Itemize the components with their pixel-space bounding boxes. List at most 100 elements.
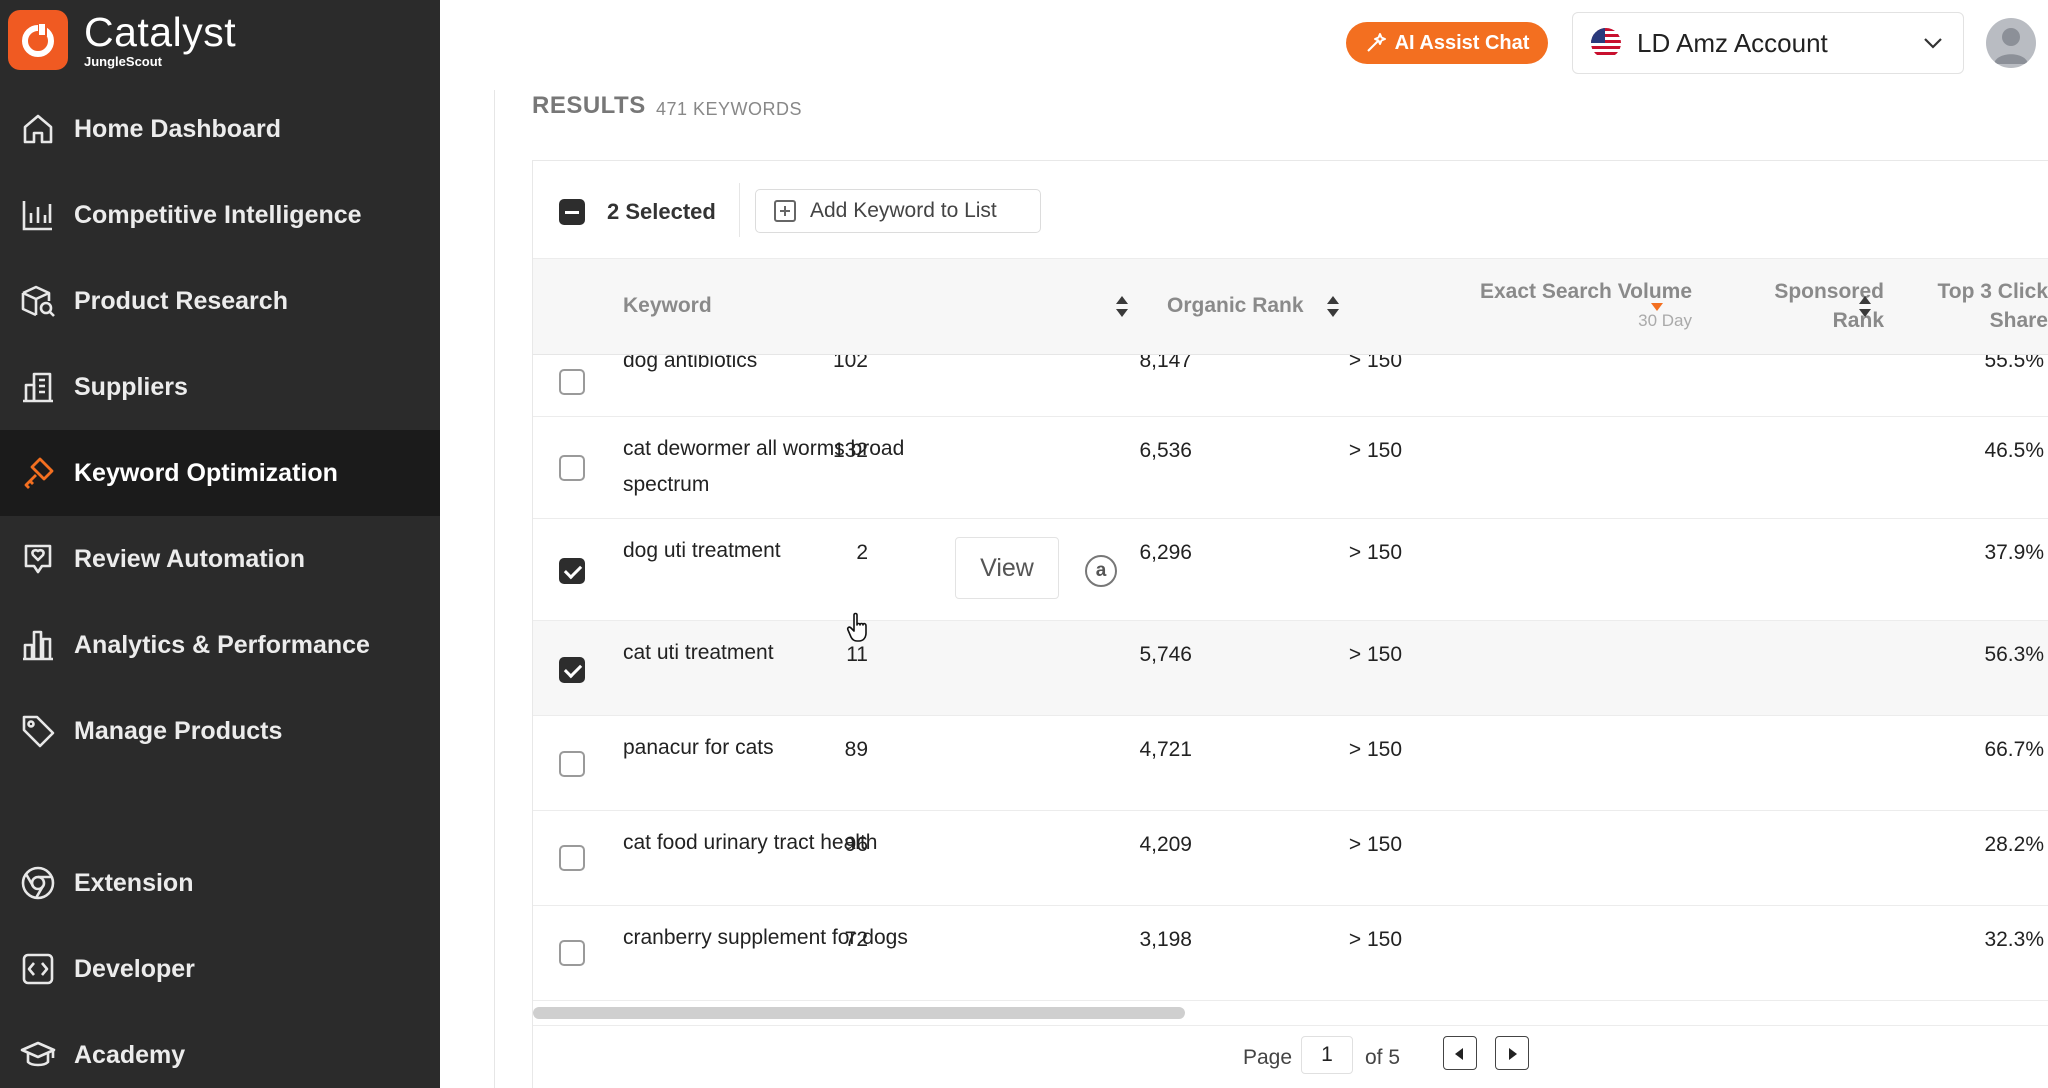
row-search-volume: 6,536	[1139, 439, 1192, 462]
sidebar-item-extension[interactable]: Extension	[0, 840, 440, 926]
table-row[interactable]: cat food urinary tract health 96 4,209 >…	[533, 811, 2048, 906]
sparkle-icon	[1366, 33, 1386, 52]
results-panel: 2 Selected Add Keyword to List Keyword O…	[532, 160, 2048, 1088]
sidebar-item-developer[interactable]: Developer	[0, 926, 440, 1012]
row-sponsored-rank: > 150	[1348, 643, 1402, 666]
review-icon	[18, 539, 58, 579]
row-organic-rank: 89	[844, 738, 868, 761]
table-row[interactable]: panacur for cats 89 4,721 > 150 66.7%	[533, 716, 2048, 811]
selected-count: 2 Selected	[607, 199, 716, 224]
next-page-button[interactable]	[1495, 1036, 1529, 1070]
row-sponsored-rank: > 150	[1348, 541, 1402, 564]
add-keyword-to-list-button[interactable]: Add Keyword to List	[755, 189, 1041, 233]
avatar[interactable]	[1986, 18, 2036, 68]
chevron-down-icon	[1924, 38, 1942, 49]
table-body: dog antibiotics 102 8,147 > 150 55.5% ca…	[533, 355, 2048, 1037]
row-organic-rank: 11	[846, 643, 868, 666]
row-search-volume: 3,198	[1139, 928, 1192, 951]
page-label: Page	[1243, 1046, 1293, 1069]
row-click-share: 37.9%	[1984, 541, 2044, 564]
box-search-icon	[18, 281, 58, 321]
row-sponsored-rank: > 150	[1348, 738, 1402, 761]
page-number-input[interactable]: 1	[1301, 1036, 1353, 1074]
sidebar-item-label: Home Dashboard	[74, 114, 281, 143]
ai-assist-chat-button[interactable]: AI Assist Chat	[1346, 22, 1548, 64]
row-click-share: 32.3%	[1984, 928, 2044, 951]
sidebar-item-label: Extension	[74, 868, 194, 897]
view-button[interactable]: View	[955, 537, 1059, 599]
amazon-icon[interactable]: a	[1085, 555, 1117, 587]
add-keyword-label: Add Keyword to List	[810, 199, 997, 222]
sidebar-item-label: Analytics & Performance	[74, 630, 370, 659]
table-row[interactable]: cat uti treatment 11 5,746 > 150 56.3%	[533, 621, 2048, 716]
row-search-volume: 5,746	[1139, 643, 1192, 666]
sidebar-item-keyword-optimization[interactable]: Keyword Optimization	[0, 430, 440, 516]
row-organic-rank: 2	[856, 541, 868, 564]
building-icon	[18, 367, 58, 407]
row-click-share: 46.5%	[1984, 439, 2044, 462]
sort-descending-icon[interactable]	[1651, 303, 1663, 311]
sidebar-item-label: Developer	[74, 954, 195, 983]
row-click-share: 55.5%	[1984, 355, 2044, 372]
table-row[interactable]: cat dewormer all worms broad spectrum 13…	[533, 417, 2048, 519]
horizontal-scrollbar[interactable]	[533, 1007, 1185, 1019]
table-row[interactable]: dog uti treatment View a 2 6,296 > 150 3…	[533, 519, 2048, 621]
column-esv-label: Exact Search Volume	[1479, 280, 1692, 303]
column-keyword[interactable]: Keyword	[623, 291, 712, 320]
home-icon	[18, 109, 58, 149]
row-search-volume: 4,209	[1139, 833, 1192, 856]
sidebar-item-home-dashboard[interactable]: Home Dashboard	[0, 86, 440, 172]
sidebar-item-product-research[interactable]: Product Research	[0, 258, 440, 344]
row-search-volume: 4,721	[1139, 738, 1192, 761]
brand-subtitle: JungleScout	[84, 54, 163, 69]
sidebar-item-competitive-intelligence[interactable]: Competitive Intelligence	[0, 172, 440, 258]
row-click-share: 56.3%	[1984, 643, 2044, 666]
row-organic-rank: 96	[844, 833, 868, 856]
results-title: RESULTS	[532, 92, 646, 119]
row-checkbox[interactable]	[559, 940, 585, 966]
column-top-3-click-share[interactable]: Top 3 Click Share	[1938, 277, 2048, 335]
account-selector[interactable]: LD Amz Account	[1572, 12, 1964, 74]
row-checkbox[interactable]	[559, 751, 585, 777]
sidebar: Catalyst JungleScout Home Dashboard Comp…	[0, 0, 440, 1088]
row-sponsored-rank: > 150	[1348, 439, 1402, 462]
row-sponsored-rank: > 150	[1348, 833, 1402, 856]
brand-name: Catalyst	[84, 9, 237, 55]
column-organic-rank[interactable]: Organic Rank	[1167, 291, 1304, 320]
sidebar-item-label: Manage Products	[74, 716, 283, 745]
sidebar-item-academy[interactable]: Academy	[0, 1012, 440, 1088]
brand[interactable]: Catalyst JungleScout	[8, 10, 236, 70]
select-all-checkbox[interactable]	[559, 199, 585, 225]
table-row[interactable]: dog antibiotics 102 8,147 > 150 55.5%	[533, 355, 2048, 417]
row-click-share: 28.2%	[1984, 833, 2044, 856]
account-name: LD Amz Account	[1637, 27, 1828, 58]
table-row[interactable]: cranberry supplement for dogs 72 3,198 >…	[533, 906, 2048, 1001]
row-checkbox[interactable]	[559, 657, 585, 683]
sort-icon[interactable]	[1327, 295, 1339, 319]
sidebar-item-label: Keyword Optimization	[74, 458, 338, 487]
row-keyword: cat dewormer all worms broad spectrum	[623, 437, 905, 496]
prev-page-button[interactable]	[1443, 1036, 1477, 1070]
sidebar-item-analytics-performance[interactable]: Analytics & Performance	[0, 602, 440, 688]
column-top3-label-1: Top 3 Click	[1937, 280, 2048, 303]
sidebar-item-manage-products[interactable]: Manage Products	[0, 688, 440, 774]
row-checkbox[interactable]	[559, 845, 585, 871]
hand-cursor-icon	[846, 612, 867, 642]
row-keyword: dog antibiotics	[623, 355, 758, 372]
row-checkbox[interactable]	[559, 558, 585, 584]
pagination: Page 1 of 5	[533, 1025, 2048, 1088]
graduation-cap-icon	[18, 1035, 58, 1075]
sort-icon[interactable]	[1859, 295, 1871, 319]
sidebar-item-review-automation[interactable]: Review Automation	[0, 516, 440, 602]
table-toolbar: 2 Selected Add Keyword to List	[533, 161, 2048, 259]
key-icon	[18, 453, 58, 493]
sidebar-item-suppliers[interactable]: Suppliers	[0, 344, 440, 430]
chrome-icon	[18, 863, 58, 903]
sort-icon[interactable]	[1116, 295, 1128, 319]
row-click-share: 66.7%	[1984, 738, 2044, 761]
analytics-icon	[18, 625, 58, 665]
row-checkbox[interactable]	[559, 369, 585, 395]
row-sponsored-rank: > 150	[1348, 355, 1402, 372]
tag-icon	[18, 711, 58, 751]
row-checkbox[interactable]	[559, 455, 585, 481]
